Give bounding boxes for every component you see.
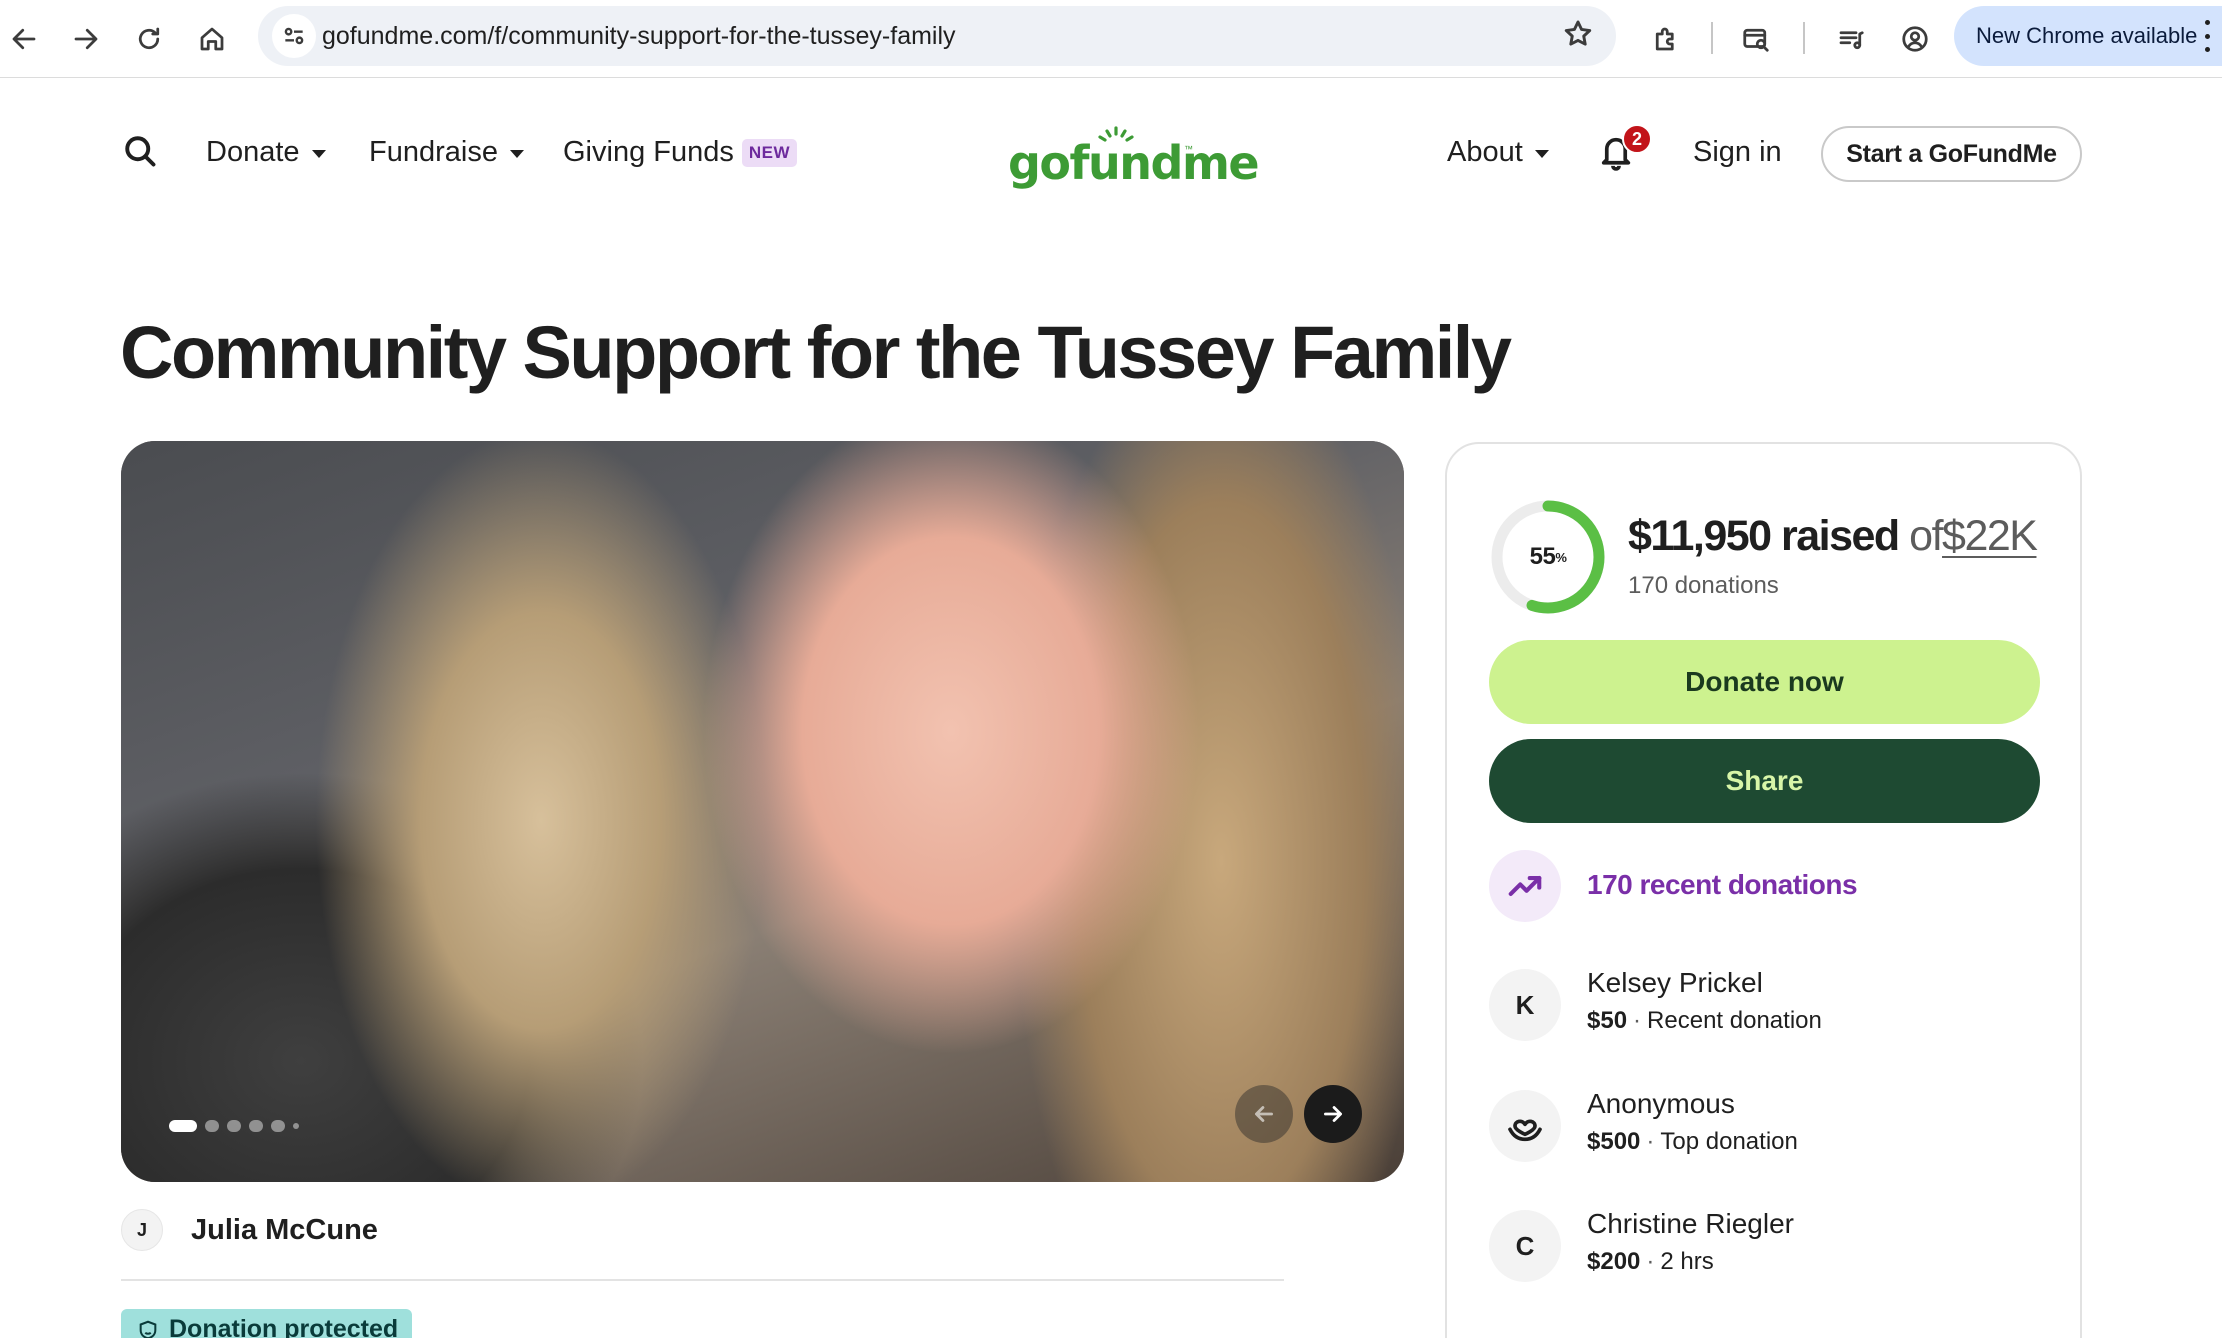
donation-count: 170 donations bbox=[1628, 572, 1779, 599]
gofundme-logo[interactable]: gofundme ™ bbox=[1000, 124, 1260, 190]
back-icon[interactable] bbox=[2, 17, 46, 61]
raised-summary: $11,950 raised of$22K bbox=[1628, 512, 2038, 561]
carousel-dot[interactable] bbox=[169, 1120, 197, 1132]
donor-amount: $50 bbox=[1587, 1007, 1628, 1034]
donate-now-button[interactable]: Donate now bbox=[1489, 640, 2040, 724]
new-badge: NEW bbox=[741, 138, 798, 167]
start-gofundme-button[interactable]: Start a GoFundMe bbox=[1821, 126, 2082, 182]
nav-about-label: About bbox=[1447, 136, 1523, 168]
campaign-hero-image[interactable] bbox=[121, 441, 1404, 1182]
chrome-update-button[interactable]: New Chrome available bbox=[1954, 6, 2222, 66]
more-menu-icon[interactable] bbox=[2202, 20, 2212, 52]
organizer-avatar[interactable]: J bbox=[121, 1209, 163, 1251]
carousel-prev-button[interactable] bbox=[1235, 1085, 1293, 1143]
progress-percent: 55% bbox=[1490, 499, 1606, 615]
url-text[interactable]: gofundme.com/f/community-support-for-the… bbox=[322, 22, 956, 51]
donation-protected-badge[interactable]: Donation protected bbox=[121, 1309, 413, 1338]
donor-detail: Recent donation bbox=[1647, 1007, 1822, 1034]
nav-giving-funds[interactable]: Giving Funds NEW bbox=[563, 136, 798, 169]
reload-icon[interactable] bbox=[127, 17, 171, 61]
home-icon[interactable] bbox=[190, 17, 234, 61]
carousel-dot[interactable] bbox=[227, 1120, 241, 1132]
carousel-dot[interactable] bbox=[271, 1120, 285, 1132]
carousel-dot[interactable] bbox=[249, 1120, 263, 1132]
donor-name: Kelsey Prickel bbox=[1587, 967, 1763, 998]
campaign-photo bbox=[121, 441, 1404, 1182]
donor-row: C Christine Riegler $200 · 2 hrs bbox=[1489, 1206, 2049, 1286]
profile-icon[interactable] bbox=[1893, 17, 1937, 61]
logo-wordmark: gofundme bbox=[1008, 136, 1260, 190]
search-icon[interactable] bbox=[122, 133, 162, 173]
donor-name: Christine Riegler bbox=[1587, 1208, 1794, 1239]
nav-about[interactable]: About bbox=[1447, 136, 1549, 169]
divider bbox=[121, 1279, 1284, 1281]
raised-amount: $11,950 raised bbox=[1628, 512, 1900, 560]
sign-in-link[interactable]: Sign in bbox=[1693, 136, 1782, 169]
carousel-next-button[interactable] bbox=[1304, 1085, 1362, 1143]
donor-detail: Top donation bbox=[1660, 1128, 1798, 1155]
shield-icon bbox=[139, 1320, 157, 1338]
nav-donate-label: Donate bbox=[206, 136, 300, 168]
logo-trademark: ™ bbox=[1184, 144, 1193, 154]
carousel-dot[interactable] bbox=[205, 1120, 219, 1132]
goal-amount[interactable]: $22K bbox=[1942, 512, 2038, 560]
extensions-icon[interactable] bbox=[1644, 17, 1688, 61]
heart-hands-icon bbox=[1508, 1119, 1542, 1142]
nav-donate[interactable]: Donate bbox=[206, 136, 326, 169]
donor-row: K Kelsey Prickel $50 · Recent donation bbox=[1489, 965, 2049, 1045]
arrow-left-icon bbox=[1255, 1106, 1273, 1122]
chevron-down-icon bbox=[311, 149, 326, 158]
percent-sign: % bbox=[1555, 549, 1567, 565]
organizer-name[interactable]: Julia McCune bbox=[191, 1214, 378, 1247]
donor-amount: $200 bbox=[1587, 1248, 1641, 1275]
donor-row: Anonymous $500 · Top donation bbox=[1489, 1086, 2049, 1166]
trending-up-icon bbox=[1489, 850, 1561, 922]
arrow-right-icon bbox=[1324, 1106, 1342, 1122]
tab-search-icon[interactable] bbox=[1734, 17, 1778, 61]
toolbar-divider bbox=[1803, 22, 1805, 54]
media-controls-icon[interactable] bbox=[1829, 17, 1873, 61]
toolbar-divider bbox=[1711, 22, 1713, 54]
chrome-update-label: New Chrome available bbox=[1976, 23, 2198, 48]
donation-card: 55% $11,950 raised of$22K 170 donations … bbox=[1445, 442, 2082, 1338]
donor-meta: $500 · Top donation bbox=[1587, 1128, 1798, 1155]
carousel-indicators bbox=[169, 1120, 299, 1132]
page-title: Community Support for the Tussey Family bbox=[120, 311, 1512, 394]
site-info-icon[interactable] bbox=[272, 14, 316, 58]
donation-protected-label: Donation protected bbox=[169, 1315, 399, 1338]
donor-avatar bbox=[1489, 1090, 1561, 1162]
forward-icon[interactable] bbox=[64, 17, 108, 61]
progress-percent-value: 55 bbox=[1529, 543, 1556, 570]
donor-name: Anonymous bbox=[1587, 1088, 1735, 1119]
share-button[interactable]: Share bbox=[1489, 739, 2040, 823]
address-bar[interactable]: gofundme.com/f/community-support-for-the… bbox=[258, 6, 1616, 66]
chevron-down-icon bbox=[1534, 149, 1549, 158]
recent-donations-link[interactable]: 170 recent donations bbox=[1587, 869, 1858, 901]
bookmark-star-icon[interactable] bbox=[1562, 18, 1598, 54]
nav-fundraise-label: Fundraise bbox=[369, 136, 498, 168]
donor-avatar: K bbox=[1489, 969, 1561, 1041]
nav-giving-funds-label: Giving Funds bbox=[563, 136, 734, 168]
raised-of-label: of bbox=[1909, 512, 1943, 560]
nav-fundraise[interactable]: Fundraise bbox=[369, 136, 524, 169]
carousel-dot[interactable] bbox=[293, 1123, 299, 1129]
donor-meta: $50 · Recent donation bbox=[1587, 1007, 1822, 1034]
donor-detail: 2 hrs bbox=[1660, 1248, 1714, 1275]
donor-amount: $500 bbox=[1587, 1128, 1641, 1155]
browser-toolbar: gofundme.com/f/community-support-for-the… bbox=[0, 0, 2222, 78]
donor-meta: $200 · 2 hrs bbox=[1587, 1248, 1714, 1275]
donor-avatar: C bbox=[1489, 1210, 1561, 1282]
chevron-down-icon bbox=[509, 149, 524, 158]
notification-count-badge: 2 bbox=[1622, 124, 1652, 154]
site-header: Donate Fundraise Giving Funds NEW gofund… bbox=[0, 78, 2222, 228]
